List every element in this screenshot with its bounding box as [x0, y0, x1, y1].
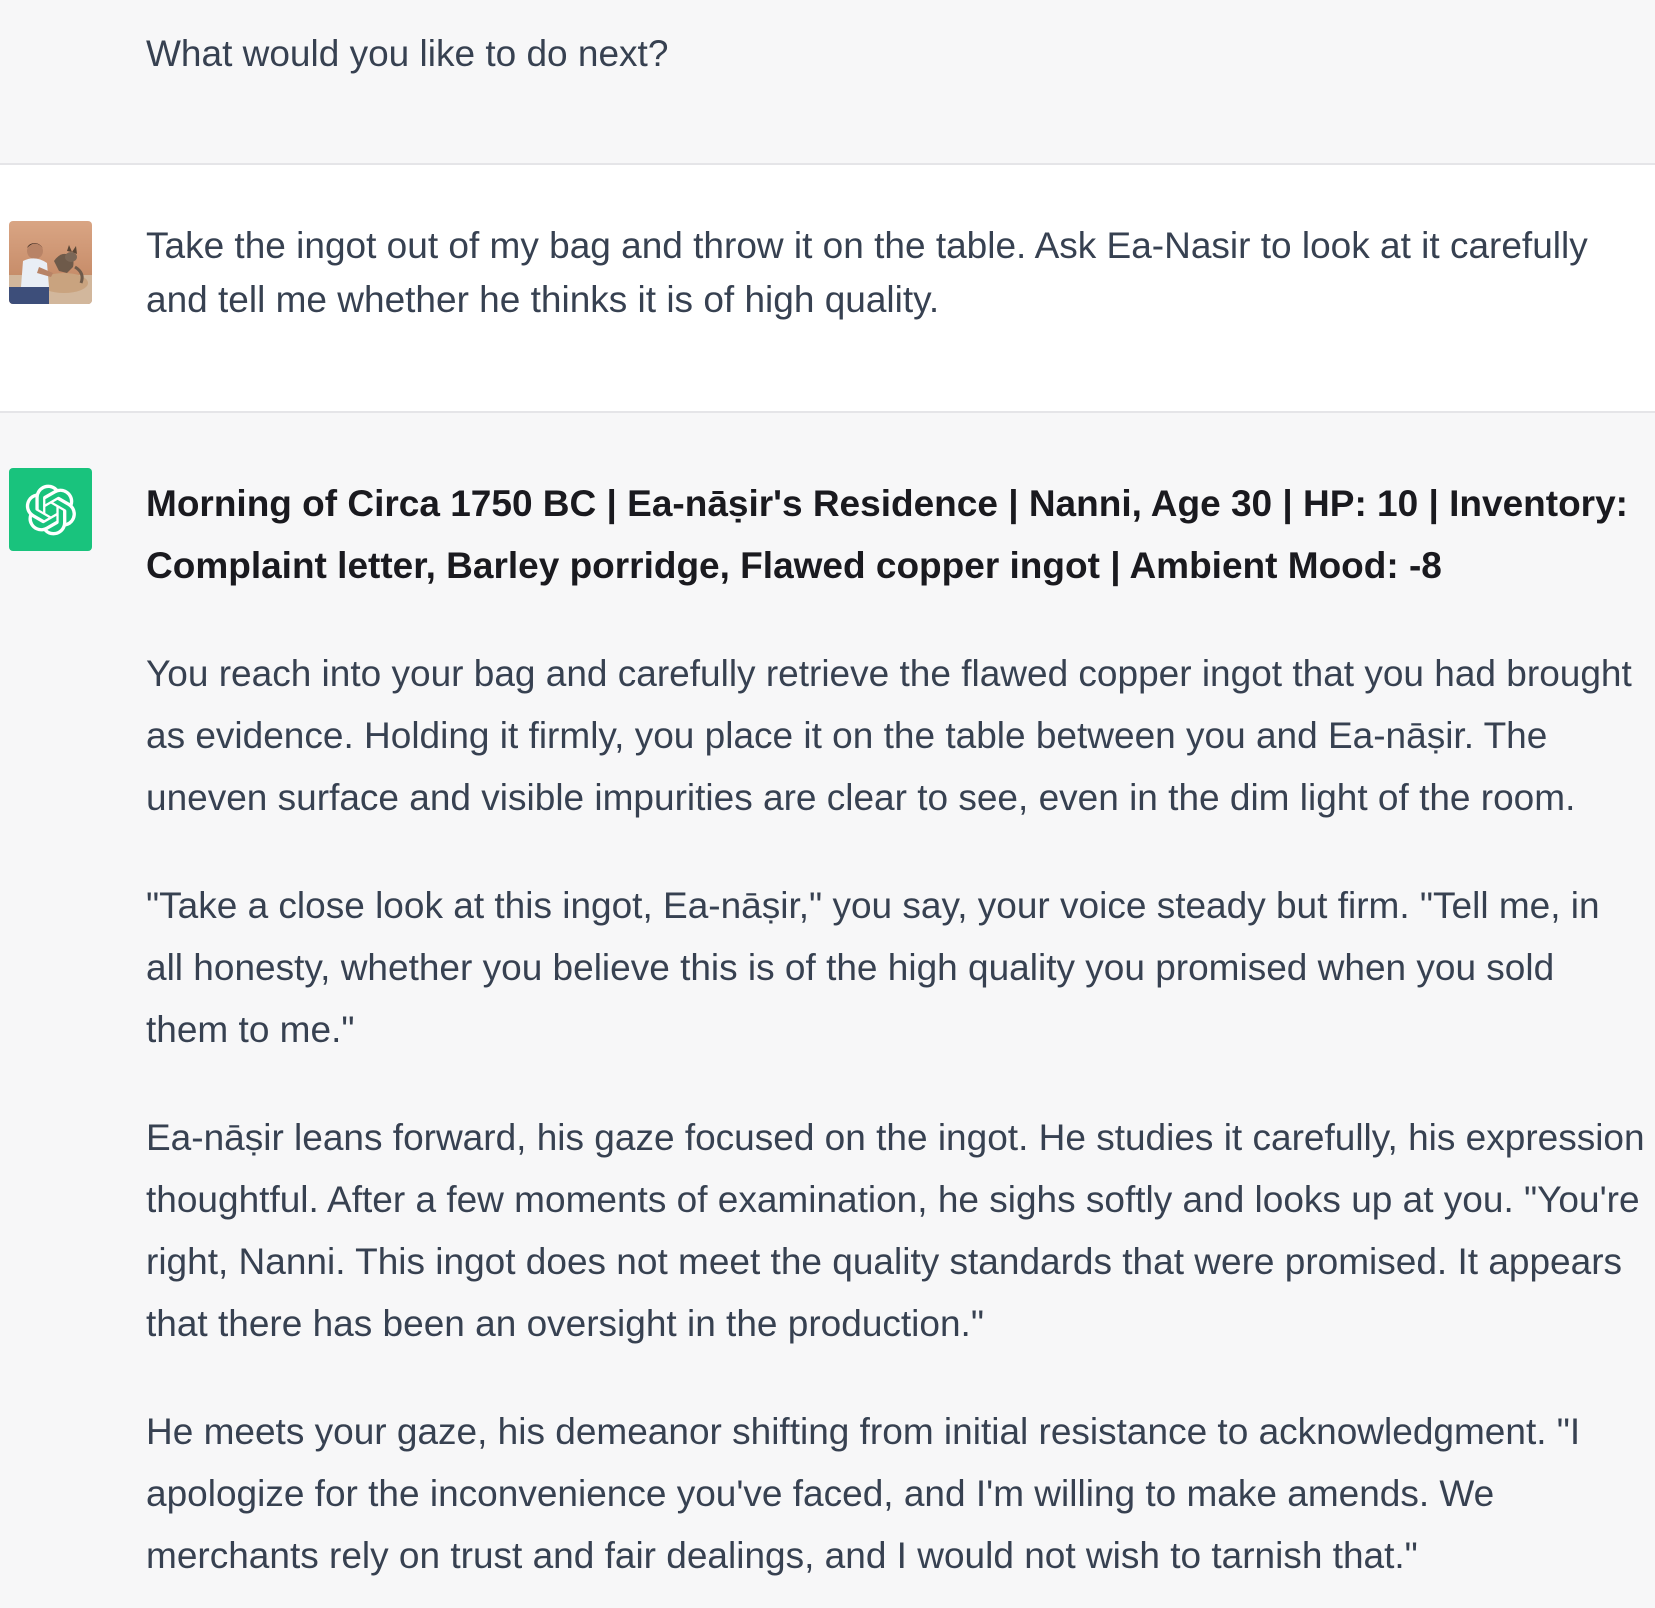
story-paragraph: Ea-nāṣir leans forward, his gaze focused…	[146, 1117, 1645, 1344]
story-paragraph: He meets your gaze, his demeanor shiftin…	[146, 1411, 1581, 1576]
user-message-text: Take the ingot out of my bag and throw i…	[146, 225, 1588, 320]
user-message: Take the ingot out of my bag and throw i…	[0, 165, 1655, 413]
story-paragraph: "Take a close look at this ingot, Ea-nāṣ…	[146, 885, 1600, 1050]
game-status-line: Morning of Circa 1750 BC | Ea-nāṣir's Re…	[146, 483, 1628, 586]
assistant-message: Morning of Circa 1750 BC | Ea-nāṣir's Re…	[0, 413, 1655, 1606]
story-paragraph: You reach into your bag and carefully re…	[146, 653, 1632, 818]
assistant-message-text: What would you like to do next?	[146, 33, 669, 74]
assistant-message-content: Morning of Circa 1750 BC | Ea-nāṣir's Re…	[146, 473, 1646, 1608]
chatgpt-logo-icon	[9, 468, 92, 551]
chat-thread: What would you like to do next? Take the…	[0, 0, 1655, 1608]
user-avatar	[9, 221, 92, 304]
assistant-message-previous: What would you like to do next?	[0, 0, 1655, 165]
